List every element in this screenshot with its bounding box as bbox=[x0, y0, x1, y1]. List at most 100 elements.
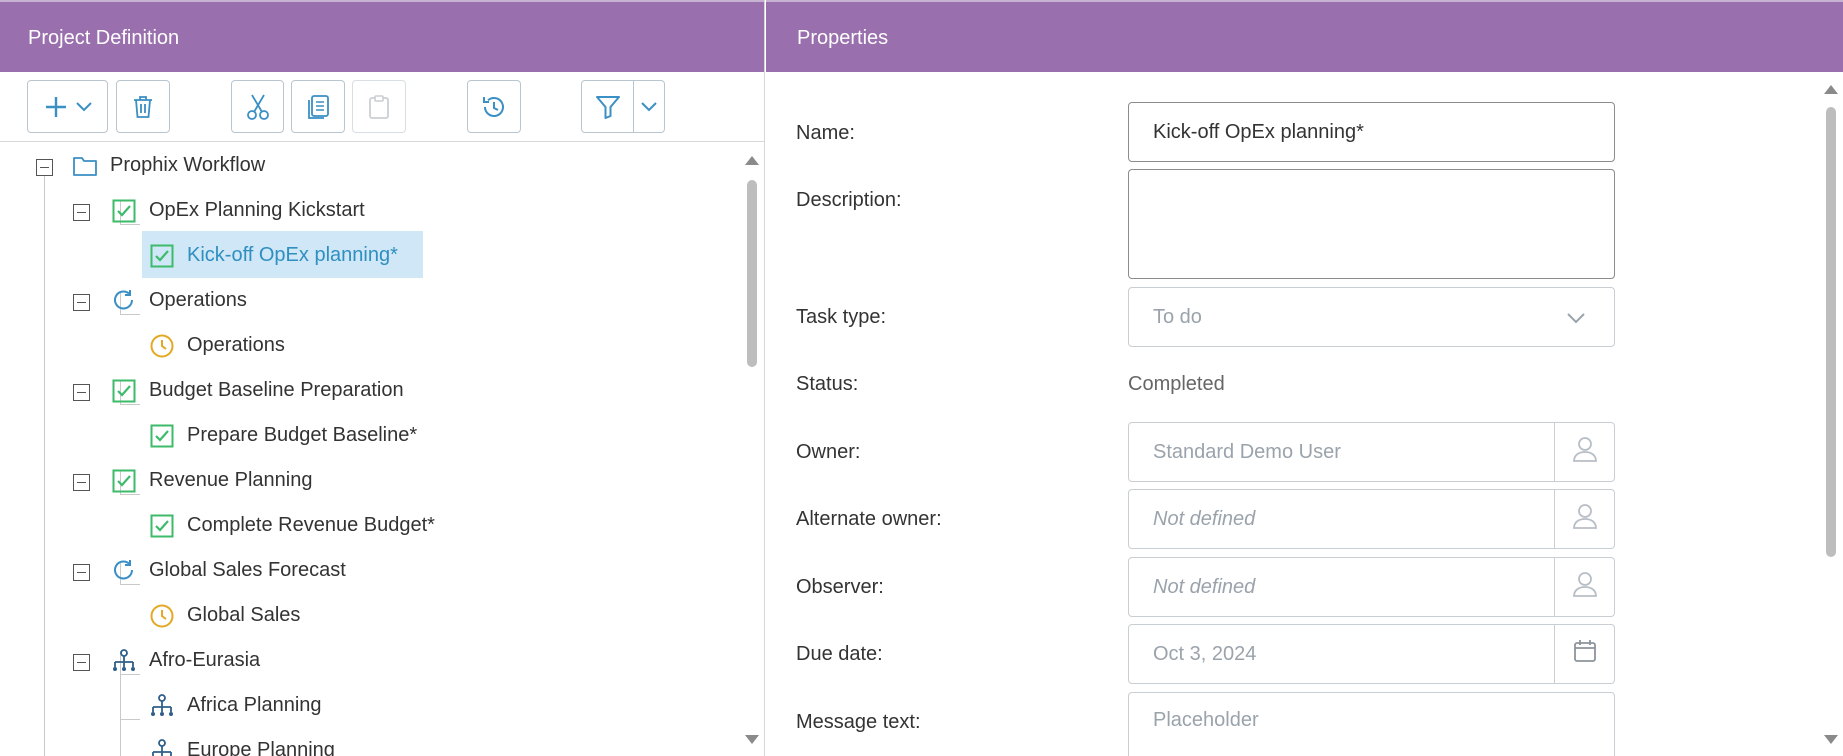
check-icon bbox=[149, 243, 175, 269]
description-label: Description: bbox=[796, 189, 902, 211]
tree-node-label: Operations bbox=[187, 334, 285, 356]
check-icon bbox=[149, 513, 175, 539]
collapse-toggle[interactable] bbox=[36, 159, 53, 176]
check-icon bbox=[111, 198, 137, 224]
tree-node-label: Revenue Planning bbox=[149, 469, 313, 491]
tree-node-label: Africa Planning bbox=[187, 694, 322, 716]
owner-picker-button[interactable] bbox=[1554, 423, 1614, 481]
workflow-tree: Prophix Workflow OpEx Planning Kickstart… bbox=[0, 143, 765, 756]
message-text-placeholder: Placeholder bbox=[1153, 709, 1259, 731]
tree-node-afro-eurasia[interactable]: Afro-Eurasia bbox=[111, 638, 260, 683]
scroll-down-arrow[interactable] bbox=[745, 735, 759, 744]
collapse-toggle[interactable] bbox=[73, 294, 90, 311]
filter-button[interactable] bbox=[581, 80, 665, 133]
hierarchy-icon bbox=[149, 738, 175, 756]
due-date-label: Due date: bbox=[796, 643, 883, 665]
collapse-toggle[interactable] bbox=[73, 564, 90, 581]
paste-icon bbox=[368, 94, 390, 120]
alternate-owner-value: Not defined bbox=[1153, 507, 1256, 530]
refresh-icon bbox=[111, 558, 137, 584]
tree-node-global-sales[interactable]: Global Sales bbox=[149, 593, 300, 638]
refresh-icon bbox=[111, 288, 137, 314]
panel-title: Project Definition bbox=[0, 0, 764, 72]
filter-icon bbox=[582, 93, 633, 121]
project-definition-panel: Project Definition Prophix Workflow OpEx… bbox=[0, 0, 765, 756]
observer-label: Observer: bbox=[796, 576, 884, 598]
delete-button[interactable] bbox=[116, 80, 170, 133]
user-icon bbox=[1571, 435, 1599, 469]
tree-node-global-sales-forecast[interactable]: Global Sales Forecast bbox=[111, 548, 346, 593]
observer-field[interactable]: Not defined bbox=[1128, 557, 1615, 617]
collapse-toggle[interactable] bbox=[73, 654, 90, 671]
hierarchy-icon bbox=[111, 648, 137, 674]
cut-button[interactable] bbox=[231, 80, 284, 133]
scroll-up-arrow[interactable] bbox=[1824, 85, 1838, 94]
task-type-label: Task type: bbox=[796, 306, 887, 328]
trash-icon bbox=[131, 94, 155, 120]
collapse-toggle[interactable] bbox=[73, 474, 90, 491]
tree-node-complete-revenue[interactable]: Complete Revenue Budget* bbox=[149, 503, 435, 548]
date-picker-button[interactable] bbox=[1554, 625, 1614, 683]
copy-button[interactable] bbox=[291, 80, 345, 133]
observer-picker-button[interactable] bbox=[1554, 558, 1614, 616]
name-field[interactable]: Kick-off OpEx planning* bbox=[1128, 102, 1615, 162]
due-date-field[interactable]: Oct 3, 2024 bbox=[1128, 624, 1615, 684]
properties-panel: Properties Name: Kick-off OpEx planning*… bbox=[766, 0, 1843, 756]
clock-icon bbox=[149, 333, 175, 359]
tree-node-operations-group[interactable]: Operations bbox=[111, 278, 247, 323]
tree-node-label: Global Sales Forecast bbox=[149, 559, 346, 581]
alternate-owner-label: Alternate owner: bbox=[796, 508, 942, 530]
tree-scrollbar[interactable] bbox=[745, 143, 759, 756]
tree-node-europe-planning[interactable]: Europe Planning bbox=[149, 728, 335, 756]
tree-node-label: Afro-Eurasia bbox=[149, 649, 261, 671]
alternate-owner-field[interactable]: Not defined bbox=[1128, 489, 1615, 549]
message-text-label: Message text: bbox=[796, 711, 921, 733]
owner-value: Standard Demo User bbox=[1153, 440, 1341, 463]
observer-value: Not defined bbox=[1153, 575, 1256, 598]
paste-button[interactable] bbox=[352, 80, 406, 133]
collapse-toggle[interactable] bbox=[73, 204, 90, 221]
tree-node-label: Operations bbox=[149, 289, 247, 311]
add-button[interactable] bbox=[27, 80, 108, 133]
tree-node-operations-task[interactable]: Operations bbox=[149, 323, 285, 368]
name-value: Kick-off OpEx planning* bbox=[1153, 120, 1364, 143]
tree-node-prepare-baseline[interactable]: Prepare Budget Baseline* bbox=[149, 413, 417, 458]
tree-node-revenue-planning[interactable]: Revenue Planning bbox=[111, 458, 312, 503]
tree-node-africa-planning[interactable]: Africa Planning bbox=[149, 683, 322, 728]
chevron-down-icon bbox=[75, 101, 93, 113]
owner-field[interactable]: Standard Demo User bbox=[1128, 422, 1615, 482]
tree-node-root[interactable]: Prophix Workflow bbox=[72, 143, 265, 188]
user-icon bbox=[1571, 502, 1599, 536]
history-button[interactable] bbox=[467, 80, 521, 133]
scroll-thumb[interactable] bbox=[747, 180, 757, 367]
scroll-up-arrow[interactable] bbox=[745, 156, 759, 165]
scroll-thumb[interactable] bbox=[1826, 107, 1836, 557]
copy-icon bbox=[305, 93, 331, 121]
tree-node-opex-kickstart[interactable]: OpEx Planning Kickstart bbox=[111, 188, 365, 233]
description-field[interactable] bbox=[1128, 169, 1615, 279]
name-label: Name: bbox=[796, 122, 855, 144]
check-icon bbox=[111, 378, 137, 404]
message-text-field[interactable]: Placeholder bbox=[1128, 692, 1615, 756]
chevron-down-icon[interactable] bbox=[634, 101, 664, 113]
tree-connector bbox=[120, 719, 140, 720]
alternate-owner-picker-button[interactable] bbox=[1554, 490, 1614, 548]
tree-node-budget-baseline[interactable]: Budget Baseline Preparation bbox=[111, 368, 404, 413]
tree-node-kickoff-opex[interactable]: Kick-off OpEx planning* bbox=[149, 233, 398, 278]
scissors-icon bbox=[245, 92, 271, 122]
panel-title: Properties bbox=[766, 0, 1843, 72]
collapse-toggle[interactable] bbox=[73, 384, 90, 401]
properties-scrollbar[interactable] bbox=[1824, 72, 1838, 756]
task-type-value: To do bbox=[1153, 305, 1202, 328]
plus-icon bbox=[43, 94, 69, 120]
tree-node-label: Prophix Workflow bbox=[110, 154, 266, 176]
tree-node-label: Kick-off OpEx planning* bbox=[187, 244, 398, 266]
history-icon bbox=[480, 93, 508, 121]
user-icon bbox=[1571, 570, 1599, 604]
chevron-down-icon bbox=[1566, 308, 1586, 331]
status-label: Status: bbox=[796, 373, 859, 395]
calendar-icon bbox=[1572, 638, 1598, 670]
tree-node-label: Prepare Budget Baseline* bbox=[187, 424, 418, 446]
scroll-down-arrow[interactable] bbox=[1824, 735, 1838, 744]
task-type-select[interactable]: To do bbox=[1128, 287, 1615, 347]
